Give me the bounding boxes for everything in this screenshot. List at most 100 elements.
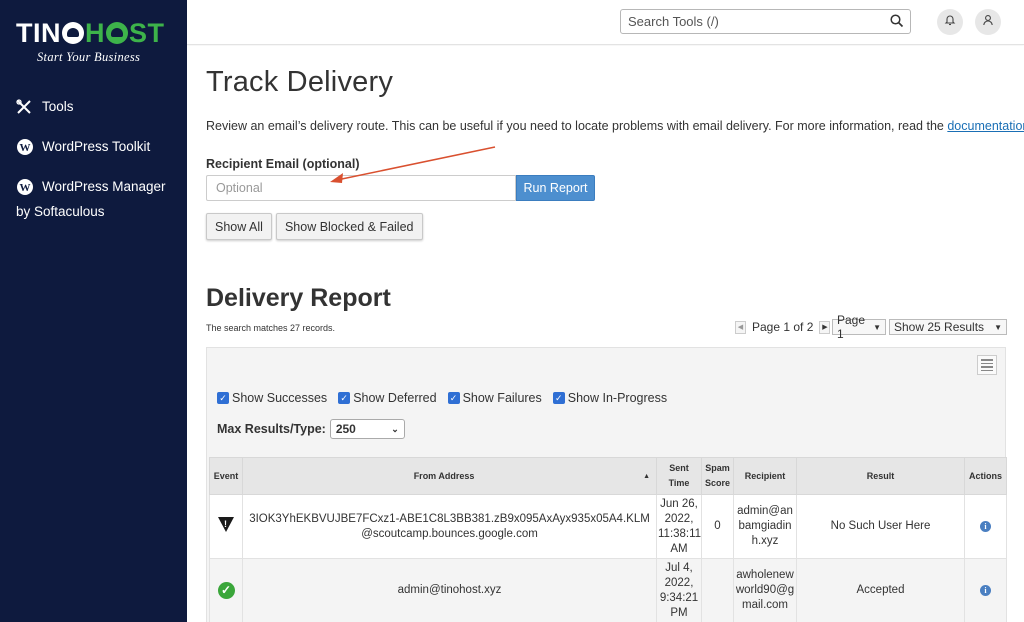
show-failures-checkbox[interactable]: ✓ Show Failures bbox=[447, 391, 542, 405]
checkbox-label: Show Failures bbox=[462, 391, 542, 405]
filter-button-group: Show All Show Blocked & Failed bbox=[206, 213, 427, 240]
results-per-page-select[interactable]: Show 25 Results ▼ bbox=[889, 319, 1007, 335]
sidebar-item-wordpress-toolkit[interactable]: W WordPress Toolkit bbox=[0, 130, 187, 163]
actions-cell: i bbox=[964, 494, 1007, 559]
column-header-result[interactable]: Result bbox=[796, 457, 965, 495]
max-results-value: 250 bbox=[335, 422, 356, 436]
svg-text:W: W bbox=[20, 142, 31, 154]
delivery-report-panel: ✓ Show Successes ✓ Show Deferred ✓ Show Fai… bbox=[206, 347, 1007, 622]
search-match-count: The search matches 27 records. bbox=[206, 323, 336, 333]
results-per-page-value: Show 25 Results bbox=[894, 320, 985, 334]
logo-text-st: ST bbox=[129, 18, 165, 48]
annotation-arrow bbox=[330, 146, 496, 183]
pager-text: Page 1 of 2 bbox=[752, 320, 814, 334]
table-row[interactable]: ✓ admin@tinohost.xyz Jul 4, 2022, 9:34:2… bbox=[209, 558, 1007, 622]
show-all-button[interactable]: Show All bbox=[206, 213, 272, 240]
actions-cell: i bbox=[964, 558, 1007, 622]
page-title: Track Delivery bbox=[206, 66, 394, 98]
max-results-label: Max Results/Type: bbox=[217, 422, 326, 436]
sidebar-item-label: WordPress Toolkit bbox=[42, 139, 151, 154]
show-deferred-checkbox[interactable]: ✓ Show Deferred bbox=[338, 391, 437, 405]
warning-icon bbox=[218, 516, 234, 532]
documentation-link[interactable]: documentation bbox=[947, 119, 1024, 133]
user-icon bbox=[982, 13, 994, 31]
sidebar-item-sublabel: by Softaculous bbox=[16, 204, 105, 219]
column-header-from-address[interactable]: From Address ▲ bbox=[242, 457, 657, 495]
sent-time-cell: Jul 4, 2022, 9:34:21 PM bbox=[656, 558, 702, 622]
logo-text-h: H bbox=[85, 18, 105, 48]
search-tools-box bbox=[620, 9, 911, 34]
max-results-row: Max Results/Type: 250 ⌄ bbox=[217, 419, 405, 439]
wordpress-icon: W bbox=[16, 174, 36, 199]
recipient-cell: awholenewworld90@gmail.com bbox=[733, 558, 797, 622]
column-header-actions: Actions bbox=[964, 457, 1007, 495]
sidebar-nav: Tools W WordPress Toolkit W WordPress Ma… bbox=[0, 90, 187, 228]
checkbox-checked-icon: ✓ bbox=[338, 392, 351, 404]
sidebar-item-label: Tools bbox=[42, 99, 74, 114]
result-cell: Accepted bbox=[796, 558, 965, 622]
bell-icon bbox=[944, 13, 956, 31]
tinohost-logo[interactable]: TIN H ST Start Your Business bbox=[16, 18, 176, 65]
info-icon[interactable]: i bbox=[980, 585, 991, 596]
sidebar: TIN H ST Start Your Business Tools W WordP… bbox=[0, 0, 187, 622]
spam-score-cell bbox=[701, 558, 734, 622]
top-bar bbox=[187, 0, 1024, 45]
column-header-spam-score[interactable]: Spam Score bbox=[701, 457, 734, 495]
user-menu-button[interactable] bbox=[975, 9, 1001, 35]
page-select[interactable]: Page 1 ▼ bbox=[832, 313, 886, 341]
checkbox-label: Show Deferred bbox=[353, 391, 437, 405]
success-check-icon: ✓ bbox=[217, 582, 235, 599]
event-cell bbox=[209, 494, 243, 559]
info-icon[interactable]: i bbox=[980, 521, 991, 532]
caret-down-icon: ▼ bbox=[994, 322, 1002, 332]
tools-icon bbox=[16, 94, 36, 119]
next-page-button[interactable]: ▶ bbox=[819, 320, 831, 334]
checkbox-label: Show In-Progress bbox=[567, 391, 668, 405]
logo-house-icon bbox=[106, 22, 128, 44]
sidebar-item-tools[interactable]: Tools bbox=[0, 90, 187, 123]
pager: ◀ Page 1 of 2 ▶ bbox=[735, 320, 831, 334]
checkbox-label: Show Successes bbox=[232, 391, 328, 405]
max-results-select[interactable]: 250 ⌄ bbox=[329, 419, 405, 439]
logo-o-white-mark bbox=[62, 22, 84, 44]
column-header-recipient[interactable]: Recipient bbox=[733, 457, 797, 495]
previous-page-button[interactable]: ◀ bbox=[735, 320, 746, 334]
svg-text:W: W bbox=[20, 182, 31, 194]
sent-time-cell: Jun 26, 2022, 11:38:11 AM bbox=[656, 494, 702, 559]
column-header-sent-time[interactable]: Sent Time bbox=[656, 457, 702, 495]
event-filters: ✓ Show Successes ✓ Show Deferred ✓ Show Fai… bbox=[217, 391, 678, 405]
sidebar-item-label: WordPress Manager bbox=[42, 179, 166, 194]
page-description: Review an email’s delivery route. This c… bbox=[206, 119, 1024, 133]
show-in-progress-checkbox[interactable]: ✓ Show In-Progress bbox=[552, 391, 668, 405]
logo-tagline: Start Your Business bbox=[37, 50, 141, 64]
spam-score-cell: 0 bbox=[701, 494, 734, 559]
main-content: Track Delivery Review an email’s deliver… bbox=[187, 46, 1024, 622]
column-header-label: From Address bbox=[413, 470, 475, 481]
show-successes-checkbox[interactable]: ✓ Show Successes bbox=[217, 391, 327, 405]
list-view-icon[interactable] bbox=[977, 355, 997, 375]
search-tools-input[interactable] bbox=[621, 10, 876, 33]
description-text: Review an email’s delivery route. This c… bbox=[206, 119, 944, 133]
result-cell: No Such User Here bbox=[796, 494, 965, 559]
show-blocked-failed-button[interactable]: Show Blocked & Failed bbox=[275, 213, 423, 240]
caret-down-icon: ▼ bbox=[873, 322, 881, 332]
from-address-cell: admin@tinohost.xyz bbox=[242, 558, 657, 622]
checkbox-checked-icon: ✓ bbox=[217, 392, 229, 404]
sort-ascending-icon: ▲ bbox=[643, 472, 650, 480]
delivery-table: Event From Address ▲ Sent Time Spam Score… bbox=[209, 457, 1007, 622]
column-header-event[interactable]: Event bbox=[209, 457, 243, 495]
wordpress-icon: W bbox=[16, 134, 36, 159]
checkbox-checked-icon: ✓ bbox=[552, 392, 565, 404]
chevron-down-icon: ⌄ bbox=[391, 423, 399, 434]
from-address-cell: 3IOK3YhEKBVUJBE7FCxz1-ABE1C8L3BB381.zB9x… bbox=[242, 494, 657, 559]
event-cell: ✓ bbox=[209, 558, 243, 622]
table-row[interactable]: 3IOK3YhEKBVUJBE7FCxz1-ABE1C8L3BB381.zB9x… bbox=[209, 494, 1007, 559]
search-icon[interactable] bbox=[890, 14, 904, 28]
logo-text-tin: TIN bbox=[16, 18, 61, 48]
delivery-report-title: Delivery Report bbox=[206, 284, 391, 312]
run-report-button[interactable]: Run Report bbox=[516, 175, 595, 201]
page-select-value: Page 1 bbox=[837, 313, 866, 341]
notifications-button[interactable] bbox=[937, 9, 963, 35]
sidebar-item-wordpress-manager[interactable]: W WordPress Manager by Softaculous bbox=[0, 170, 187, 228]
checkbox-checked-icon: ✓ bbox=[447, 392, 460, 404]
